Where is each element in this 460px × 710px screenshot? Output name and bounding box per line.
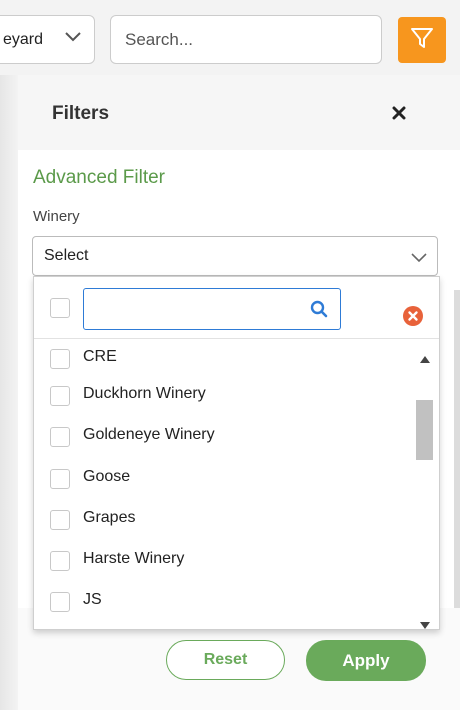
option-label: Goldeneye Winery <box>83 426 215 443</box>
option-label: CRE <box>83 348 117 365</box>
vineyard-select-value: eyard <box>3 30 44 48</box>
option-label: JS <box>83 591 102 608</box>
close-button[interactable] <box>388 104 410 126</box>
advanced-filter-title: Advanced Filter <box>33 167 166 188</box>
vineyard-select[interactable]: eyard <box>0 15 95 64</box>
winery-option[interactable]: JS <box>34 582 411 623</box>
winery-option[interactable]: Goose <box>34 459 411 500</box>
option-label: Duckhorn Winery <box>83 385 206 402</box>
apply-button[interactable]: Apply <box>306 640 426 681</box>
winery-dropdown: CRE Duckhorn Winery Goldeneye Winery Goo… <box>33 276 440 630</box>
winery-option[interactable]: CRE <box>34 339 411 380</box>
chevron-down-icon <box>411 250 427 268</box>
filter-toggle-button[interactable] <box>398 17 446 63</box>
top-toolbar: eyard <box>0 0 460 75</box>
option-checkbox[interactable] <box>50 349 70 369</box>
option-checkbox[interactable] <box>50 469 70 489</box>
scroll-down-arrow-icon[interactable] <box>420 616 430 634</box>
option-label: Goose <box>83 468 131 485</box>
scrollbar-thumb[interactable] <box>416 400 433 460</box>
winery-option[interactable]: Grapes <box>34 500 411 541</box>
option-checkbox[interactable] <box>50 551 70 571</box>
filter-funnel-icon <box>409 25 435 56</box>
search-icon <box>310 300 328 323</box>
option-checkbox[interactable] <box>50 427 70 447</box>
winery-option-list: CRE Duckhorn Winery Goldeneye Winery Goo… <box>34 339 411 629</box>
search-input[interactable] <box>110 15 382 64</box>
select-all-checkbox[interactable] <box>50 298 70 318</box>
panel-title: Filters <box>52 103 110 124</box>
winery-option[interactable]: Harste Winery <box>34 541 411 582</box>
winery-dropdown-header <box>34 277 439 339</box>
winery-select-value: Select <box>44 247 89 264</box>
winery-search-field[interactable] <box>83 288 341 330</box>
winery-select[interactable]: Select <box>32 236 438 276</box>
close-icon <box>392 106 406 125</box>
option-checkbox[interactable] <box>50 386 70 406</box>
option-checkbox[interactable] <box>50 592 70 612</box>
option-label: Grapes <box>83 509 136 526</box>
reset-button[interactable]: Reset <box>166 640 285 680</box>
clear-selection-icon[interactable] <box>403 306 423 326</box>
chevron-down-icon <box>64 30 82 48</box>
option-label: Harste Winery <box>83 550 185 567</box>
winery-option[interactable]: Duckhorn Winery <box>34 376 411 417</box>
filters-panel-header: Filters <box>18 75 460 150</box>
dropdown-scrollbar[interactable] <box>412 339 437 629</box>
scroll-up-arrow-icon[interactable] <box>420 350 430 368</box>
option-checkbox[interactable] <box>50 510 70 530</box>
winery-option[interactable]: Goldeneye Winery <box>34 417 411 458</box>
backdrop-edge <box>0 75 18 710</box>
winery-label: Winery <box>33 208 80 225</box>
